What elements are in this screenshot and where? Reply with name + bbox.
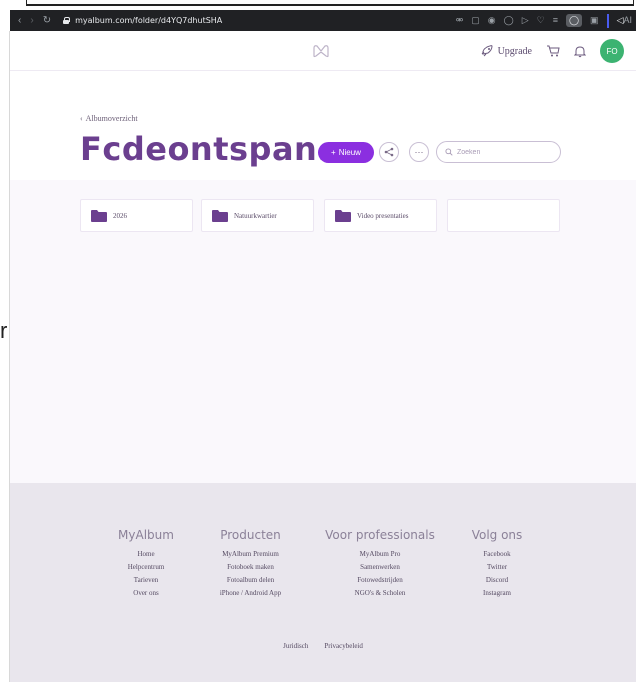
cart-icon[interactable] [546,45,560,57]
footer-link[interactable]: Samenwerken [320,561,440,574]
site-footer: MyAlbum Home Helpcentrum Tarieven Over o… [10,483,636,682]
myalbum-logo-icon[interactable] [312,44,330,58]
header-actions: Upgrade FO [480,39,624,63]
camera-icon[interactable]: ◉ [488,16,496,25]
footer-legal: Juridisch Privacybeleid [10,642,636,650]
key-icon[interactable]: ⚮ [456,16,464,25]
strip-rule [26,4,634,6]
address-bar[interactable]: myalbum.com/folder/d4YQ7dhutSHA [63,16,222,25]
search-input[interactable] [457,148,547,156]
folder-tile[interactable]: 2026 [80,199,193,232]
page-title: Fcdeontspan... [80,130,356,168]
footer-link[interactable]: Facebook [462,548,532,561]
footer-link[interactable]: Home [105,548,187,561]
folder-icon [91,209,107,222]
footer-link[interactable]: MyAlbum Premium [203,548,298,561]
reload-icon[interactable]: ↻ [43,15,51,26]
share-icon [384,147,394,157]
extension-icon[interactable]: ▣ [590,16,599,25]
album-header: ‹ Albumoverzicht Fcdeontspan... + Nieuw ⋯ [10,72,636,180]
breadcrumb[interactable]: ‹ Albumoverzicht [80,114,138,123]
avatar[interactable]: FO [600,39,624,63]
rocket-icon [481,45,493,57]
footer-link[interactable]: Helpcentrum [105,561,187,574]
folder-tile[interactable]: Video presentaties [324,199,437,232]
more-icon: ⋯ [414,146,424,157]
back-icon[interactable]: ‹ [18,15,21,26]
footer-link[interactable]: Instagram [462,587,532,600]
footer-heading: Voor professionals [325,528,435,542]
more-button[interactable]: ⋯ [409,142,429,162]
footer-link[interactable]: Over ons [105,587,187,600]
juridisch-link[interactable]: Juridisch [283,642,308,650]
footer-heading: MyAlbum [118,528,174,542]
chevron-left-icon: ‹ [80,114,83,123]
menu-icon[interactable]: ≡ [553,16,558,25]
nav-buttons: ‹ › ↻ [10,15,51,26]
breadcrumb-label: Albumoverzicht [85,114,138,123]
search-box[interactable] [436,141,561,163]
site-header: Upgrade FO [10,31,636,71]
left-edge [0,31,10,682]
stray-text: r [0,318,8,343]
ai-label: AI [623,15,632,25]
upgrade-link[interactable]: Upgrade [480,45,532,57]
folder-tile[interactable]: Natuurkwartier [201,199,314,232]
footer-link[interactable]: Tarieven [105,574,187,587]
extensions-bar: ⚮ ▢ ◉ ◯ ▷ ♡ ≡ ◯ ▣ ◁AI [456,13,636,28]
url-text[interactable]: myalbum.com/folder/d4YQ7dhutSHA [75,16,222,25]
footer-link[interactable]: Fotoboek maken [203,561,298,574]
folder-label: Video presentaties [357,211,409,220]
profile-icon[interactable]: ◯ [565,14,583,27]
browser-toolbar: ‹ › ↻ myalbum.com/folder/d4YQ7dhutSHA ⚮ … [10,10,636,31]
privacy-link[interactable]: Privacybeleid [324,642,363,650]
browser-window: ‹ › ↻ myalbum.com/folder/d4YQ7dhutSHA ⚮ … [0,0,636,682]
folder-label: Natuurkwartier [234,211,277,220]
footer-link[interactable]: NGO's & Scholen [320,587,440,600]
new-button-label: Nieuw [338,148,361,157]
avatar-initials: FO [606,46,618,56]
lock-icon [63,17,71,24]
footer-link[interactable]: Discord [462,574,532,587]
folder-label: 2026 [113,211,127,220]
footer-link[interactable]: iPhone / Android App [203,587,298,600]
footer-heading: Volg ons [471,528,523,542]
new-button[interactable]: + Nieuw [318,142,374,163]
share-button[interactable] [379,142,399,162]
footer-link[interactable]: Fotoalbum delen [203,574,298,587]
folder-grid: 2026 Natuurkwartier Video presentaties [10,180,636,483]
play-icon[interactable]: ▷ [522,16,529,25]
forward-icon[interactable]: › [30,15,33,26]
top-strip [0,0,636,10]
search-icon [445,148,453,156]
upgrade-label: Upgrade [497,45,532,57]
separator [606,13,609,28]
footer-column-volg-ons: Volg ons Facebook Twitter Discord Instag… [462,528,532,600]
footer-link[interactable]: MyAlbum Pro [320,548,440,561]
folder-icon [335,209,351,222]
folder-icon [212,209,228,222]
ai-button[interactable]: ◁AI [617,16,632,25]
empty-tile[interactable] [447,199,560,232]
plus-icon: + [331,148,336,157]
footer-link[interactable]: Twitter [462,561,532,574]
bell-icon[interactable] [574,45,586,58]
footer-column-producten: Producten MyAlbum Premium Fotoboek maken… [203,528,298,600]
heart-icon[interactable]: ♡ [537,16,545,25]
footer-column-professionals: Voor professionals MyAlbum Pro Samenwerk… [320,528,440,600]
install-icon[interactable]: ▢ [471,16,480,25]
strip-tick-right [633,0,634,6]
footer-link[interactable]: Fotowedstrijden [320,574,440,587]
footer-column-myalbum: MyAlbum Home Helpcentrum Tarieven Over o… [105,528,187,600]
footer-heading: Producten [220,528,281,542]
shield-icon[interactable]: ◯ [504,16,514,25]
